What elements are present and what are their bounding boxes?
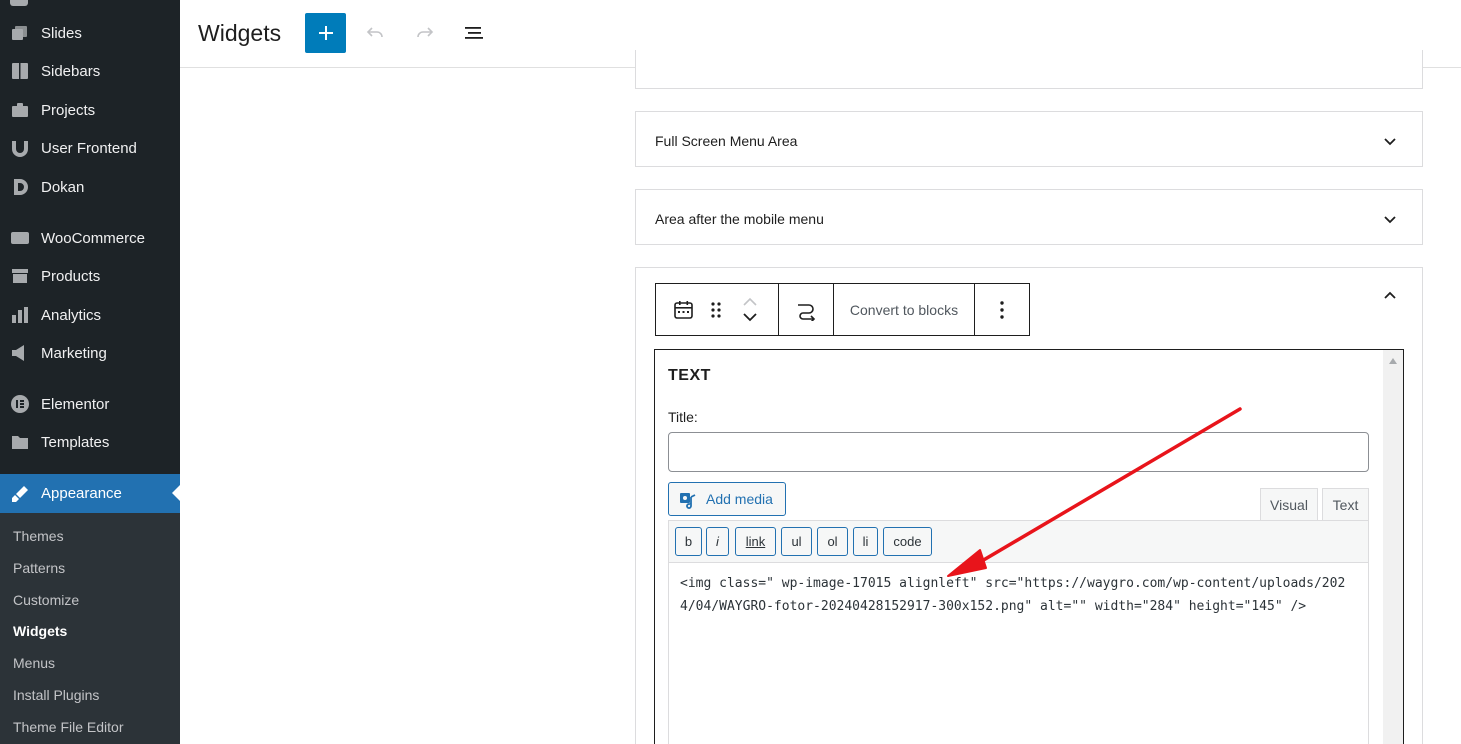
add-media-label: Add media xyxy=(706,491,773,507)
sidebar-item-label: Templates xyxy=(41,433,110,451)
sidebar-item-label: Products xyxy=(41,267,101,285)
redo-button[interactable] xyxy=(412,20,438,46)
scroll-up-arrow-icon[interactable] xyxy=(1389,358,1397,364)
sidebar-item-label: Projects xyxy=(41,101,96,119)
sidebar-item-label: Dokan xyxy=(41,178,85,196)
text-editor: b i link ul ol li code <img class=" wp-i… xyxy=(668,520,1369,744)
page-title: Widgets xyxy=(198,20,282,46)
appearance-icon xyxy=(9,483,31,505)
move-down-icon[interactable] xyxy=(742,311,758,323)
admin-sidebar: Slides Sidebars Projects User Frontend D… xyxy=(0,0,180,744)
woocommerce-icon xyxy=(9,227,31,249)
widget-area-label: Full Screen Menu Area xyxy=(655,133,798,149)
undo-button[interactable] xyxy=(362,20,388,46)
sidebar-item-label: Marketing xyxy=(41,344,107,362)
sidebar-item-marketing[interactable]: Marketing xyxy=(0,334,180,372)
submenu-item-menus[interactable]: Menus xyxy=(13,655,55,671)
plus-icon xyxy=(318,26,333,40)
projects-icon xyxy=(9,99,31,121)
tab-text[interactable]: Text xyxy=(1322,488,1369,521)
partial-menu-icon xyxy=(10,0,28,6)
appearance-submenu: Themes Patterns Customize Widgets Menus … xyxy=(0,513,180,744)
sidebar-item-user-frontend[interactable]: User Frontend xyxy=(0,129,180,167)
convert-to-blocks-button[interactable]: Convert to blocks xyxy=(834,284,975,335)
transform-icon xyxy=(798,303,816,321)
chevron-down-icon[interactable] xyxy=(1382,133,1398,149)
widget-area-label: Area after the mobile menu xyxy=(655,211,824,227)
media-icon xyxy=(680,493,696,509)
sidebar-item-analytics[interactable]: Analytics xyxy=(0,296,180,334)
widget-area-after-mobile-menu[interactable]: Area after the mobile menu xyxy=(635,189,1423,245)
sidebar-item-label: Sidebars xyxy=(41,62,101,80)
user-frontend-icon xyxy=(9,137,31,159)
submenu-item-patterns[interactable]: Patterns xyxy=(13,560,65,576)
transform-button[interactable] xyxy=(779,284,834,335)
undo-icon xyxy=(366,27,383,38)
sidebar-item-label: User Frontend xyxy=(41,139,137,157)
sidebar-item-elementor[interactable]: Elementor xyxy=(0,385,180,423)
code-textarea[interactable]: <img class=" wp-image-17015 alignleft" s… xyxy=(669,563,1368,744)
title-label: Title: xyxy=(668,409,698,425)
sidebar-item-products[interactable]: Products xyxy=(0,257,180,295)
analytics-icon xyxy=(9,304,31,326)
quicktag-ol-button[interactable]: ol xyxy=(817,527,848,556)
sidebar-item-appearance[interactable]: Appearance xyxy=(0,474,180,513)
quicktag-italic-button[interactable]: i xyxy=(706,527,729,556)
widget-area-full-screen-menu[interactable]: Full Screen Menu Area xyxy=(635,111,1423,167)
block-toolbar: Convert to blocks xyxy=(655,283,1030,336)
quicktag-bold-button[interactable]: b xyxy=(675,527,702,556)
widget-heading: TEXT xyxy=(668,367,711,384)
elementor-icon xyxy=(9,393,31,415)
quicktag-link-button[interactable]: link xyxy=(735,527,776,556)
submenu-item-install-plugins[interactable]: Install Plugins xyxy=(13,687,99,703)
sidebar-item-slides[interactable]: Slides xyxy=(0,14,180,52)
submenu-item-widgets[interactable]: Widgets xyxy=(13,623,67,639)
sidebar-item-label: Slides xyxy=(41,24,82,42)
calendar-icon[interactable] xyxy=(673,299,694,320)
submenu-item-customize[interactable]: Customize xyxy=(13,592,79,608)
quicktag-code-button[interactable]: code xyxy=(883,527,932,556)
sidebar-item-label: Analytics xyxy=(41,306,102,324)
widget-area-partial[interactable] xyxy=(635,50,1423,89)
slides-icon xyxy=(9,22,31,44)
quicktags-toolbar: b i link ul ol li code xyxy=(669,521,1368,563)
list-view-icon xyxy=(465,27,483,39)
tab-visual[interactable]: Visual xyxy=(1260,488,1318,520)
sidebar-item-label: WooCommerce xyxy=(41,229,145,247)
templates-icon xyxy=(9,431,31,453)
sidebar-item-label: Elementor xyxy=(41,395,110,413)
products-icon xyxy=(9,265,31,287)
text-widget-block[interactable]: TEXT Title: Add media Visual Text b i li… xyxy=(654,349,1404,744)
chevron-down-icon[interactable] xyxy=(1382,211,1398,227)
drag-handle-icon[interactable] xyxy=(709,300,723,320)
sidebar-item-templates[interactable]: Templates xyxy=(0,423,180,461)
move-up-icon[interactable] xyxy=(742,296,758,308)
title-input[interactable] xyxy=(668,432,1369,472)
redo-icon xyxy=(417,27,434,38)
marketing-icon xyxy=(9,342,31,364)
sidebar-item-label: Appearance xyxy=(41,485,122,502)
more-options-button[interactable] xyxy=(975,284,1029,335)
submenu-item-themes[interactable]: Themes xyxy=(13,528,64,544)
sidebar-item-dokan[interactable]: Dokan xyxy=(0,168,180,206)
add-media-button[interactable]: Add media xyxy=(668,482,786,516)
quicktag-ul-button[interactable]: ul xyxy=(781,527,812,556)
block-toolbar-group xyxy=(656,284,779,335)
more-vertical-icon xyxy=(1000,300,1004,319)
chevron-up-icon[interactable] xyxy=(1382,288,1398,304)
submenu-item-theme-file-editor[interactable]: Theme File Editor xyxy=(13,719,123,735)
sidebars-icon xyxy=(9,60,31,82)
list-view-button[interactable] xyxy=(461,20,487,46)
dokan-icon xyxy=(9,176,31,198)
sidebar-item-projects[interactable]: Projects xyxy=(0,91,180,129)
scrollbar[interactable] xyxy=(1383,350,1403,744)
sidebar-item-woocommerce[interactable]: WooCommerce xyxy=(0,219,180,257)
add-block-button[interactable] xyxy=(305,13,346,53)
sidebar-item-sidebars[interactable]: Sidebars xyxy=(0,52,180,90)
quicktag-li-button[interactable]: li xyxy=(853,527,878,556)
